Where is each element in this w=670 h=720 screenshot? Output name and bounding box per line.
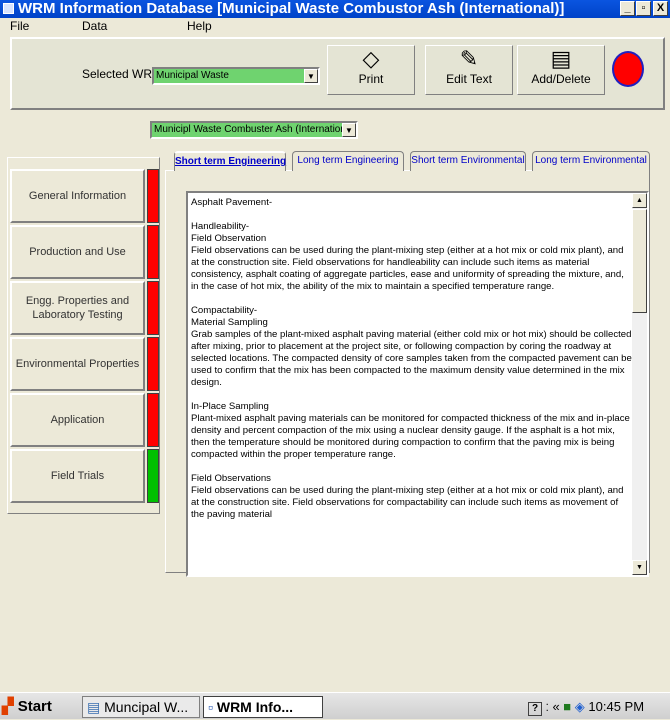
start-label: Start	[17, 698, 52, 715]
book-icon: ▤	[550, 46, 572, 71]
content-paragraph: In-Place Sampling Plant-mixed asphalt pa…	[191, 401, 630, 460]
print-icon: ◇	[362, 46, 380, 71]
start-button[interactable]: ▞ Start	[2, 696, 80, 717]
language-icon[interactable]: ⁚	[546, 703, 549, 714]
content-paragraph: Compactability- Material Sampling Grab s…	[191, 305, 632, 388]
sidebar-flag-production-and-use	[147, 225, 159, 279]
scroll-up-icon[interactable]: ▲	[632, 193, 647, 208]
edit-text-label: Edit Text	[446, 72, 492, 86]
close-button[interactable]: X	[653, 1, 668, 16]
help-icon[interactable]: ?	[528, 702, 542, 716]
window-title: WRM Information Database [Municipal Wast…	[18, 0, 565, 17]
print-label: Print	[358, 72, 384, 86]
task-button-wrm[interactable]: ▫ WRM Info...	[203, 696, 323, 718]
sidebar-flag-application	[147, 393, 159, 447]
app-icon[interactable]	[3, 3, 14, 14]
sidebar: General Information Production and Use E…	[7, 157, 160, 514]
window-icon: ▫	[208, 699, 213, 715]
wrm-select[interactable]: Municipal Waste ▼	[152, 67, 320, 85]
add-delete-button[interactable]: ▤ Add/Delete	[517, 45, 605, 95]
tab-short-term-engineering[interactable]: Short term Engineering	[174, 151, 286, 171]
scroll-thumb[interactable]	[632, 209, 647, 313]
edit-icon: ✎	[459, 46, 479, 71]
menu-file[interactable]: File	[10, 19, 29, 33]
content-paragraph: Field Observations Field observations ca…	[191, 473, 624, 520]
menu-help[interactable]: Help	[187, 19, 212, 33]
edit-text-button[interactable]: ✎ Edit Text	[425, 45, 513, 95]
title-bar[interactable]: WRM Information Database [Municipal Wast…	[0, 0, 670, 18]
sidebar-flag-engg-properties	[147, 281, 159, 335]
task-label: WRM Info...	[216, 699, 294, 715]
system-tray: ? ⁚ « ■ ◈ 10:45 PM	[528, 696, 668, 718]
windows-flag-icon: ▞	[2, 698, 14, 715]
sidebar-item-field-trials[interactable]: Field Trials	[10, 449, 145, 503]
clock: 10:45 PM	[588, 699, 645, 714]
minimize-button[interactable]: _	[620, 1, 635, 16]
toolbar-panel: Selected WRM > Municipal Waste ▼ ◇ Print…	[10, 37, 665, 110]
tab-long-term-environmental[interactable]: Long term Environmental	[532, 151, 650, 171]
tray-expand-icon[interactable]: «	[552, 699, 559, 714]
menu-data[interactable]: Data	[82, 19, 107, 33]
add-delete-label: Add/Delete	[531, 72, 591, 86]
wrm-select-value: Municipal Waste	[156, 70, 229, 81]
chevron-down-icon[interactable]: ▼	[304, 69, 318, 83]
taskbar: ▞ Start ▤ Muncipal W... ▫ WRM Info... ? …	[0, 692, 670, 719]
document-icon: ▤	[87, 699, 101, 715]
sidebar-flag-field-trials	[147, 449, 159, 503]
tab-long-term-engineering[interactable]: Long term Engineering	[292, 151, 404, 171]
content-textarea[interactable]: Asphalt Pavement- Handleability- Field O…	[186, 191, 649, 577]
chevron-down-icon[interactable]: ▼	[342, 123, 356, 137]
content-paragraph: Asphalt Pavement-	[191, 197, 273, 208]
sidebar-item-production-and-use[interactable]: Production and Use	[10, 225, 145, 279]
tab-short-term-environmental[interactable]: Short term Environmental	[410, 151, 526, 171]
network-icon[interactable]: ■	[563, 699, 571, 714]
sidebar-item-application[interactable]: Application	[10, 393, 145, 447]
content-text: Asphalt Pavement- Handleability- Field O…	[191, 197, 633, 571]
task-button-municipal[interactable]: ▤ Muncipal W...	[82, 696, 200, 718]
sidebar-flag-general-information	[147, 169, 159, 223]
vertical-scrollbar[interactable]: ▲ ▼	[632, 193, 647, 575]
sub-wrm-select-value: Municipl Waste Combuster Ash (Internatio…	[154, 124, 358, 135]
scroll-down-icon[interactable]: ▼	[632, 560, 647, 575]
update-icon[interactable]: ◈	[575, 699, 585, 714]
sidebar-item-engg-properties[interactable]: Engg. Properties and Laboratory Testing	[10, 281, 145, 335]
sidebar-item-general-information[interactable]: General Information	[10, 169, 145, 223]
sub-wrm-select[interactable]: Municipl Waste Combuster Ash (Internatio…	[150, 121, 358, 139]
content-paragraph: Handleability- Field Observation Field o…	[191, 221, 624, 292]
task-label: Muncipal W...	[104, 699, 189, 715]
menu-bar: File Data Help	[0, 18, 670, 34]
print-button[interactable]: ◇ Print	[327, 45, 415, 95]
sidebar-flag-environmental-properties	[147, 337, 159, 391]
sidebar-item-environmental-properties[interactable]: Environmental Properties	[10, 337, 145, 391]
status-indicator	[612, 51, 644, 87]
maximize-button[interactable]: ▫	[636, 1, 651, 16]
